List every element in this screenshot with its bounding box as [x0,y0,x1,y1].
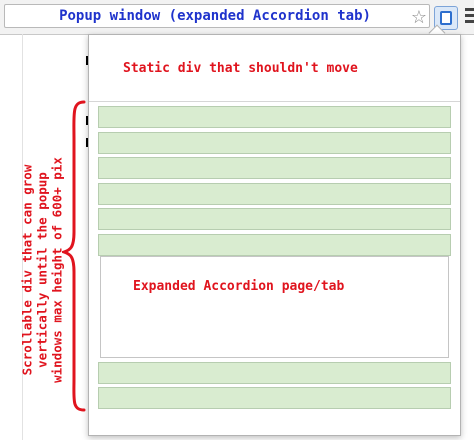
browser-toolbar: Popup window (expanded Accordion tab) ☆ [0,0,474,35]
accordion-panel-label: Expanded Accordion page/tab [133,279,345,294]
address-bar[interactable]: Popup window (expanded Accordion tab) ☆ [4,4,430,28]
curly-brace-icon [62,100,86,412]
annotation-line: Scrollable div that can grow [19,164,35,376]
accordion-tab[interactable] [98,157,451,179]
static-div-label: Static div that shouldn't move [123,61,358,76]
accordion-tab[interactable] [98,183,451,205]
static-div: Static div that shouldn't move [89,35,460,102]
accordion-tab[interactable] [98,132,451,154]
annotation-line: vertically until the popup [34,172,50,368]
window-title: Popup window (expanded Accordion tab) [59,8,371,24]
menu-icon[interactable] [465,6,474,26]
accordion-tab[interactable] [98,362,451,384]
extension-icon [440,11,452,25]
annotation-line: windows max height of 600+ pix [49,157,65,383]
accordion-tab[interactable] [98,106,451,128]
accordion-expanded-panel: Expanded Accordion page/tab [100,256,449,358]
accordion-tab[interactable] [98,208,451,230]
star-icon[interactable]: ☆ [409,7,429,27]
accordion-tab[interactable] [98,387,451,409]
accordion-tab-expanded[interactable] [98,234,451,256]
